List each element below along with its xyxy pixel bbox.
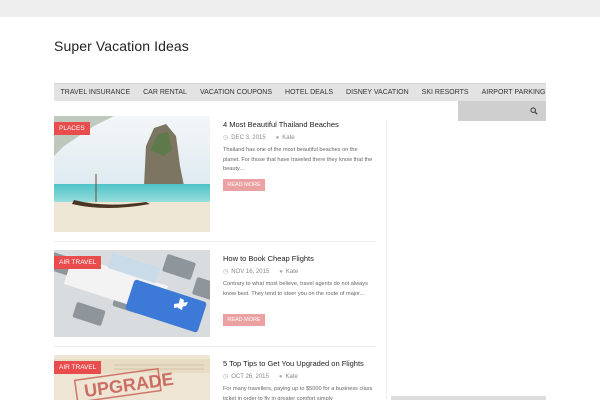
post-thumbnail-beach[interactable]: PLACES — [54, 116, 210, 232]
clock-icon: ◷ — [223, 135, 229, 141]
category-badge[interactable]: AIR TRAVEL — [54, 361, 102, 374]
post-date: DEC 3, 2015 — [231, 134, 266, 141]
search-icon[interactable] — [530, 107, 538, 115]
user-icon: ● — [275, 134, 280, 141]
post-excerpt: For many travellers, paying up to $5000 … — [223, 386, 373, 400]
post-excerpt: Thailand has one of the most beautiful b… — [223, 147, 373, 172]
post-meta: ◷ OCT 26, 2015 ● Kate — [223, 373, 298, 381]
post-excerpt: Contrary to what most believe, travel ag… — [223, 281, 368, 297]
read-more-button[interactable]: READ MORE — [223, 314, 265, 326]
post-date: NOV 16, 2015 — [231, 268, 270, 275]
clock-icon: ◷ — [223, 269, 229, 275]
category-badge[interactable]: AIR TRAVEL — [54, 256, 102, 269]
search-bar[interactable] — [458, 101, 546, 121]
user-icon: ● — [278, 373, 283, 380]
post-title[interactable]: 5 Top Tips to Get You Upgraded on Flight… — [223, 359, 364, 368]
post-title[interactable]: 4 Most Beautiful Thailand Beaches — [223, 120, 339, 129]
top-bar — [0, 0, 600, 17]
read-more-button[interactable]: READ MORE — [223, 179, 265, 191]
nav-item-ski-resorts[interactable]: SKI RESORTS — [415, 84, 475, 102]
category-badge[interactable]: PLACES — [54, 122, 90, 135]
post-meta: ◷ NOV 16, 2015 ● Kate — [223, 268, 298, 276]
post-thumbnail-keyboard[interactable]: AIR TRAVEL — [54, 250, 210, 337]
post-thumbnail-ticket[interactable]: UPGRADE AIR TRAVEL — [54, 355, 210, 400]
post-item: AIR TRAVEL How to Book Cheap Flights ◷ N… — [54, 250, 376, 338]
nav-item-travel-insurance[interactable]: TRAVEL INSURANCE — [54, 84, 137, 102]
post-author[interactable]: Kate — [285, 374, 297, 380]
nav-item-hotel-deals[interactable]: HOTEL DEALS — [279, 84, 340, 102]
user-icon: ● — [279, 268, 283, 275]
post-author[interactable]: Kate — [282, 135, 294, 141]
nav-item-car-rental[interactable]: CAR RENTAL — [137, 84, 194, 102]
post-meta: ◷ DEC 3, 2015 ● Kate — [223, 134, 295, 142]
post-item: PLACES 4 Most Beautiful Thailand Beaches… — [54, 116, 376, 234]
nav-item-vacation-coupons[interactable]: VACATION COUPONS — [193, 84, 278, 102]
nav-item-airport-parking[interactable]: AIRPORT PARKING — [475, 84, 552, 102]
content-divider — [386, 120, 387, 400]
clock-icon: ◷ — [223, 374, 229, 380]
nav-item-disney-vacation[interactable]: DISNEY VACATION — [340, 84, 416, 102]
sidebar-widget-edge — [391, 396, 546, 400]
post-item: UPGRADE AIR TRAVEL 5 Top Tips to Get You… — [54, 355, 376, 400]
post-divider — [54, 346, 376, 347]
post-title[interactable]: How to Book Cheap Flights — [223, 254, 314, 263]
post-divider — [54, 241, 376, 242]
post-date: OCT 26, 2015 — [231, 373, 269, 380]
sidebar — [391, 120, 546, 400]
site-title[interactable]: Super Vacation Ideas — [54, 38, 189, 54]
main-navigation: TRAVEL INSURANCE CAR RENTAL VACATION COU… — [54, 83, 546, 101]
post-author[interactable]: Kate — [286, 269, 298, 275]
